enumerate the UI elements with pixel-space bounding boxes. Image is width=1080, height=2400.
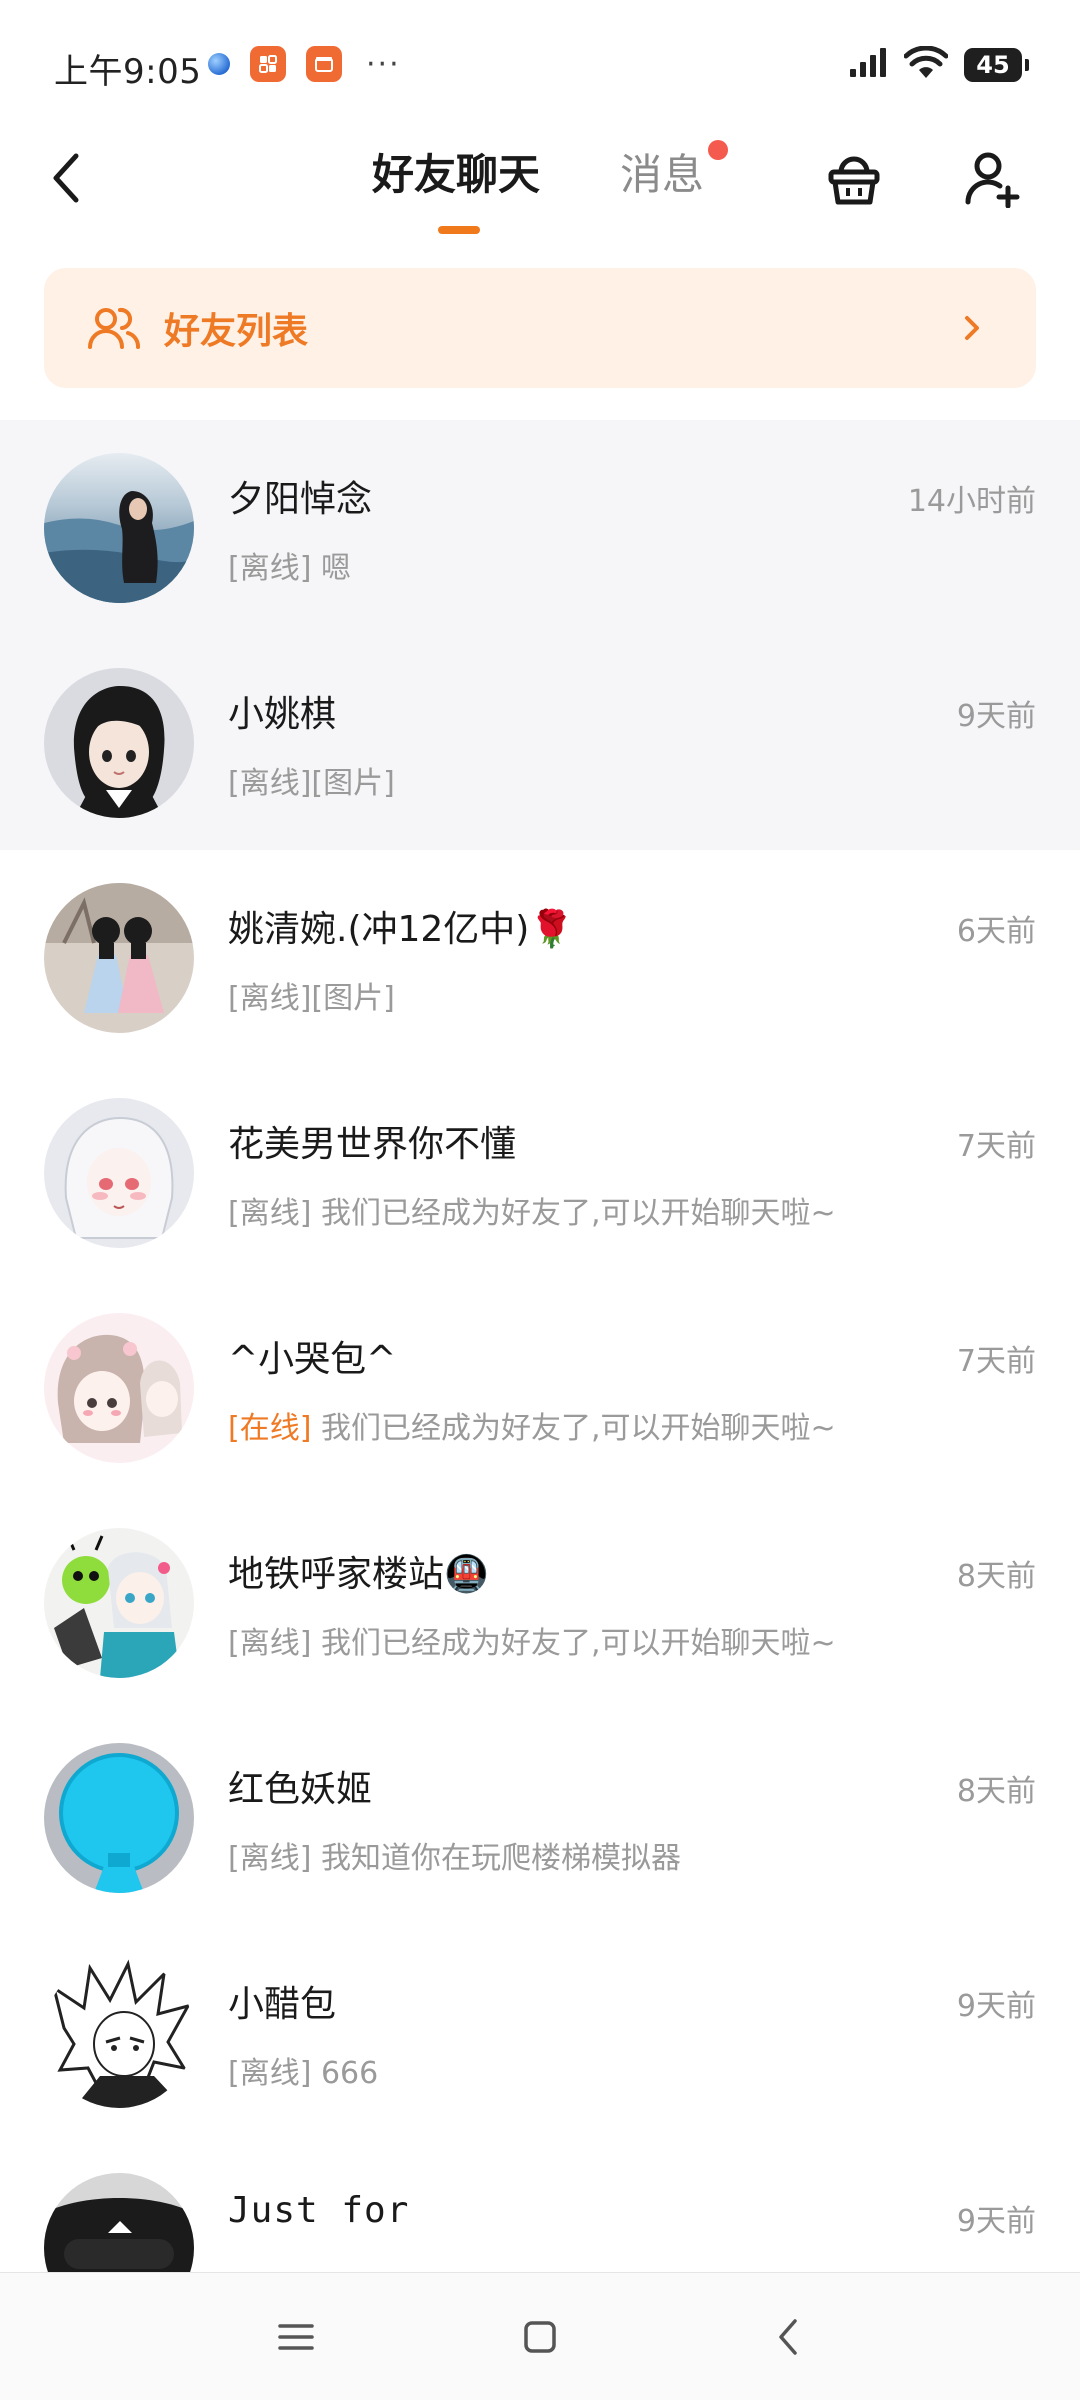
chat-row[interactable]: 夕阳悼念 14小时前 [离线] 嗯: [0, 420, 1080, 635]
battery-indicator: 45: [964, 48, 1029, 82]
avatar: [44, 1743, 194, 1893]
preview-text: 嗯: [320, 551, 351, 586]
chat-list: 夕阳悼念 14小时前 [离线] 嗯 小姚棋 9天前 [离线][图片] 姚清婉.(…: [0, 420, 1080, 2272]
avatar: [44, 2173, 194, 2272]
home-icon: [524, 2321, 556, 2353]
status-offline: [离线]: [228, 1196, 312, 1231]
status-time: 上午9:05: [54, 52, 202, 92]
chat-time: 9天前: [956, 699, 1036, 734]
chat-time: 8天前: [956, 1559, 1036, 1594]
avatar: [44, 668, 194, 818]
header: 好友聊天 消息: [0, 130, 1080, 250]
avatar: [44, 1958, 194, 2108]
tab-friend-chat[interactable]: 好友聊天: [372, 140, 540, 210]
chevron-right-icon: [952, 306, 992, 350]
chat-row[interactable]: 小姚棋 9天前 [离线][图片]: [0, 635, 1080, 850]
unread-dot: [708, 140, 728, 160]
preview-text: [图片]: [311, 981, 395, 1016]
friend-list-label: 好友列表: [164, 311, 309, 352]
basket-button[interactable]: [814, 138, 894, 218]
chat-time: 7天前: [956, 1344, 1036, 1379]
chat-preview: [离线] 我知道你在玩爬楼梯模拟器: [228, 1833, 681, 1877]
status-right: 45: [848, 45, 1029, 84]
chat-preview: [离线] 我们已经成为好友了,可以开始聊天啦~: [228, 1618, 836, 1662]
chat-time: 9天前: [956, 2204, 1036, 2239]
signal-icon: [848, 47, 888, 83]
friend-list-banner[interactable]: 好友列表: [44, 268, 1036, 388]
chat-row[interactable]: Just for 9天前: [0, 2140, 1080, 2272]
chat-time: 7天前: [956, 1129, 1036, 1164]
more-notifications-icon: ···: [366, 46, 401, 82]
preview-text: [图片]: [311, 766, 395, 801]
chat-time: 8天前: [956, 1774, 1036, 1809]
recent-apps-button[interactable]: [256, 2307, 336, 2367]
chat-row[interactable]: 地铁呼家楼站🚇 8天前 [离线] 我们已经成为好友了,可以开始聊天啦~: [0, 1495, 1080, 1710]
add-friend-button[interactable]: [952, 138, 1032, 218]
avatar: [44, 453, 194, 603]
chat-name: Just for: [228, 2190, 410, 2231]
chat-name: 花美男世界你不懂: [228, 1124, 517, 1165]
status-offline: [离线]: [228, 766, 312, 801]
status-offline: [离线]: [228, 551, 312, 586]
chat-row[interactable]: 小醋包 9天前 [离线] 666: [0, 1925, 1080, 2140]
back-button[interactable]: [36, 138, 96, 218]
status-online: [在线]: [228, 1411, 312, 1446]
chat-time: 9天前: [956, 1989, 1036, 2024]
add-user-icon: [965, 152, 1020, 208]
preview-text: 我们已经成为好友了,可以开始聊天啦~: [320, 1411, 836, 1446]
chat-name: 红色妖姬: [228, 1769, 373, 1810]
chat-preview: [离线][图片]: [228, 758, 395, 802]
chat-name: 姚清婉.(冲12亿中)🌹: [228, 909, 575, 950]
chat-preview: [离线] 666: [228, 2048, 378, 2092]
preview-text: 我知道你在玩爬楼梯模拟器: [320, 1841, 681, 1876]
app-orange-icon: [250, 46, 286, 82]
shop-orange-icon: [306, 46, 342, 82]
chat-row[interactable]: ^小哭包^ 7天前 [在线] 我们已经成为好友了,可以开始聊天啦~: [0, 1280, 1080, 1495]
avatar: [44, 1098, 194, 1248]
menu-icon: [278, 2324, 314, 2350]
status-offline: [离线]: [228, 981, 312, 1016]
status-bar: 上午9:05 ··· 45: [0, 0, 1080, 130]
tab-messages[interactable]: 消息: [620, 140, 704, 210]
chat-name: ^小哭包^: [228, 1339, 397, 1380]
chat-name: 地铁呼家楼站🚇: [228, 1554, 489, 1595]
active-tab-indicator: [438, 226, 480, 234]
status-offline: [离线]: [228, 1841, 312, 1876]
friends-icon: [86, 300, 142, 356]
chat-row[interactable]: 姚清婉.(冲12亿中)🌹 6天前 [离线][图片]: [0, 850, 1080, 1065]
basket-icon: [828, 156, 880, 205]
system-back-button[interactable]: [748, 2307, 828, 2367]
chat-preview: [离线] 嗯: [228, 543, 351, 587]
chat-name: 小姚棋: [228, 694, 337, 735]
chat-name: 夕阳悼念: [228, 479, 373, 520]
status-offline: [离线]: [228, 1626, 312, 1661]
chat-row[interactable]: 红色妖姬 8天前 [离线] 我知道你在玩爬楼梯模拟器: [0, 1710, 1080, 1925]
avatar: [44, 1313, 194, 1463]
avatar: [44, 1528, 194, 1678]
preview-text: 我们已经成为好友了,可以开始聊天啦~: [320, 1196, 836, 1231]
wifi-icon: [903, 45, 949, 84]
chat-preview: [离线][图片]: [228, 973, 395, 1017]
chat-preview: [离线] 我们已经成为好友了,可以开始聊天啦~: [228, 1188, 836, 1232]
status-offline: [离线]: [228, 2056, 312, 2091]
back-icon: [779, 2319, 797, 2355]
home-button[interactable]: [500, 2307, 580, 2367]
avatar: [44, 883, 194, 1033]
chat-time: 14小时前: [907, 484, 1036, 519]
chat-row[interactable]: 花美男世界你不懂 7天前 [离线] 我们已经成为好友了,可以开始聊天啦~: [0, 1065, 1080, 1280]
status-app-icons: ···: [208, 46, 401, 82]
system-navigation-bar: [0, 2272, 1080, 2400]
earth-icon: [208, 53, 230, 75]
preview-text: 我们已经成为好友了,可以开始聊天啦~: [320, 1626, 836, 1661]
chat-name: 小醋包: [228, 1984, 337, 2025]
chat-time: 6天前: [956, 914, 1036, 949]
preview-text: 666: [320, 2056, 379, 2091]
chevron-left-icon: [53, 153, 79, 203]
chat-preview: [在线] 我们已经成为好友了,可以开始聊天啦~: [228, 1403, 836, 1447]
